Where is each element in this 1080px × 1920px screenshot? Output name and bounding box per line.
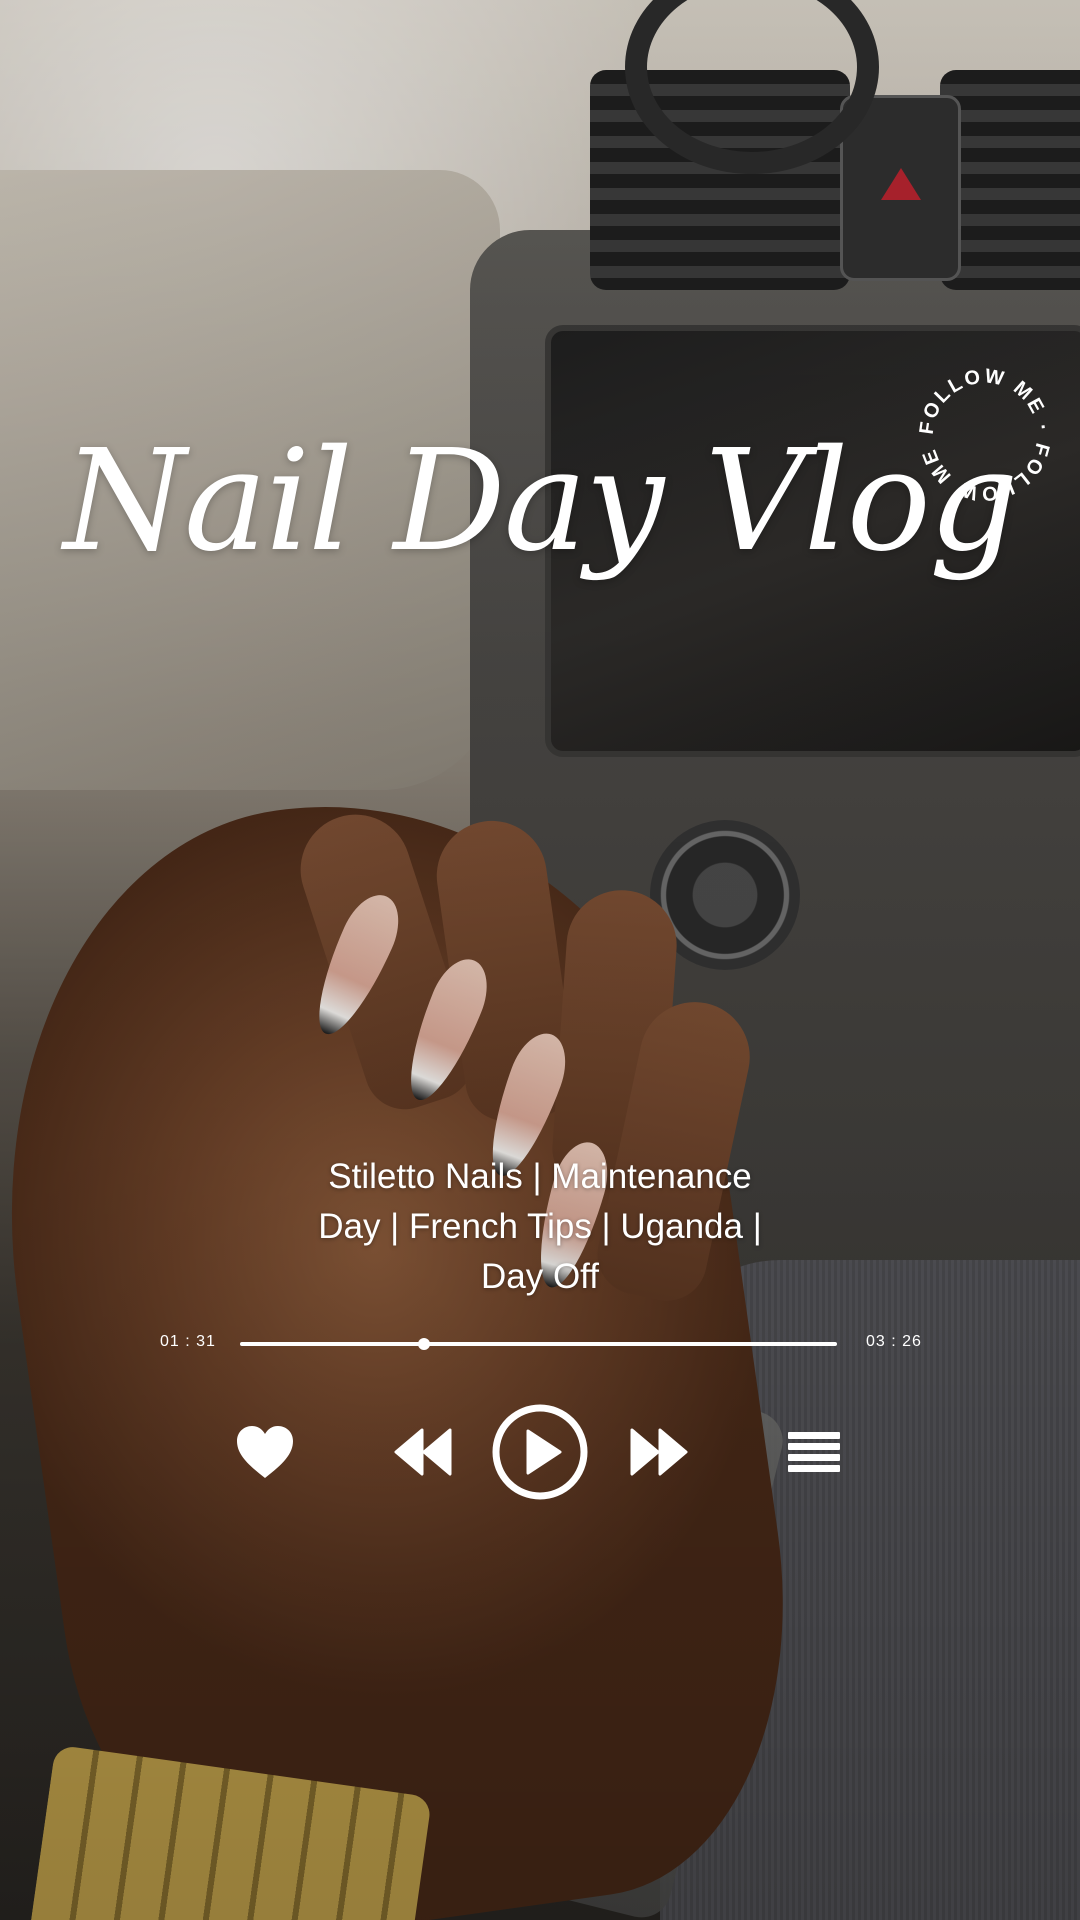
list-icon xyxy=(788,1432,840,1472)
subtitle-line: Day Off xyxy=(480,1257,599,1296)
rewind-icon xyxy=(394,1428,452,1476)
like-button[interactable] xyxy=(235,1424,295,1480)
video-subtitle: Stiletto Nails | Maintenance Day | Frenc… xyxy=(270,1152,810,1302)
follow-me-badge[interactable]: FOLLOW ME · FOLLOW ME · xyxy=(905,343,1060,510)
rewind-button[interactable] xyxy=(394,1428,452,1476)
play-icon xyxy=(492,1404,588,1500)
subtitle-line: Stiletto Nails | Maintenance xyxy=(328,1157,752,1196)
playlist-button[interactable] xyxy=(788,1430,840,1474)
fast-forward-button[interactable] xyxy=(630,1428,688,1476)
svg-text:FOLLOW ME · FOLLOW ME ·: FOLLOW ME · FOLLOW ME · xyxy=(910,360,1054,504)
video-frame: Nail Day Vlog FOLLOW ME · FOLLOW ME · St… xyxy=(0,0,1080,1920)
vignette xyxy=(0,0,1080,1920)
follow-me-text: FOLLOW ME · FOLLOW ME · xyxy=(905,343,1051,504)
heart-icon xyxy=(237,1426,293,1478)
elapsed-time: 01 : 31 xyxy=(160,1333,216,1350)
progress-knob[interactable] xyxy=(417,1338,430,1350)
progress-bar[interactable] xyxy=(240,1338,837,1350)
subtitle-line: Day | French Tips | Uganda | xyxy=(318,1207,762,1246)
follow-me-ring: FOLLOW ME · FOLLOW ME · xyxy=(905,343,1054,504)
fast-forward-icon xyxy=(630,1428,688,1476)
play-button[interactable] xyxy=(490,1402,590,1502)
total-time: 03 : 26 xyxy=(866,1333,922,1350)
